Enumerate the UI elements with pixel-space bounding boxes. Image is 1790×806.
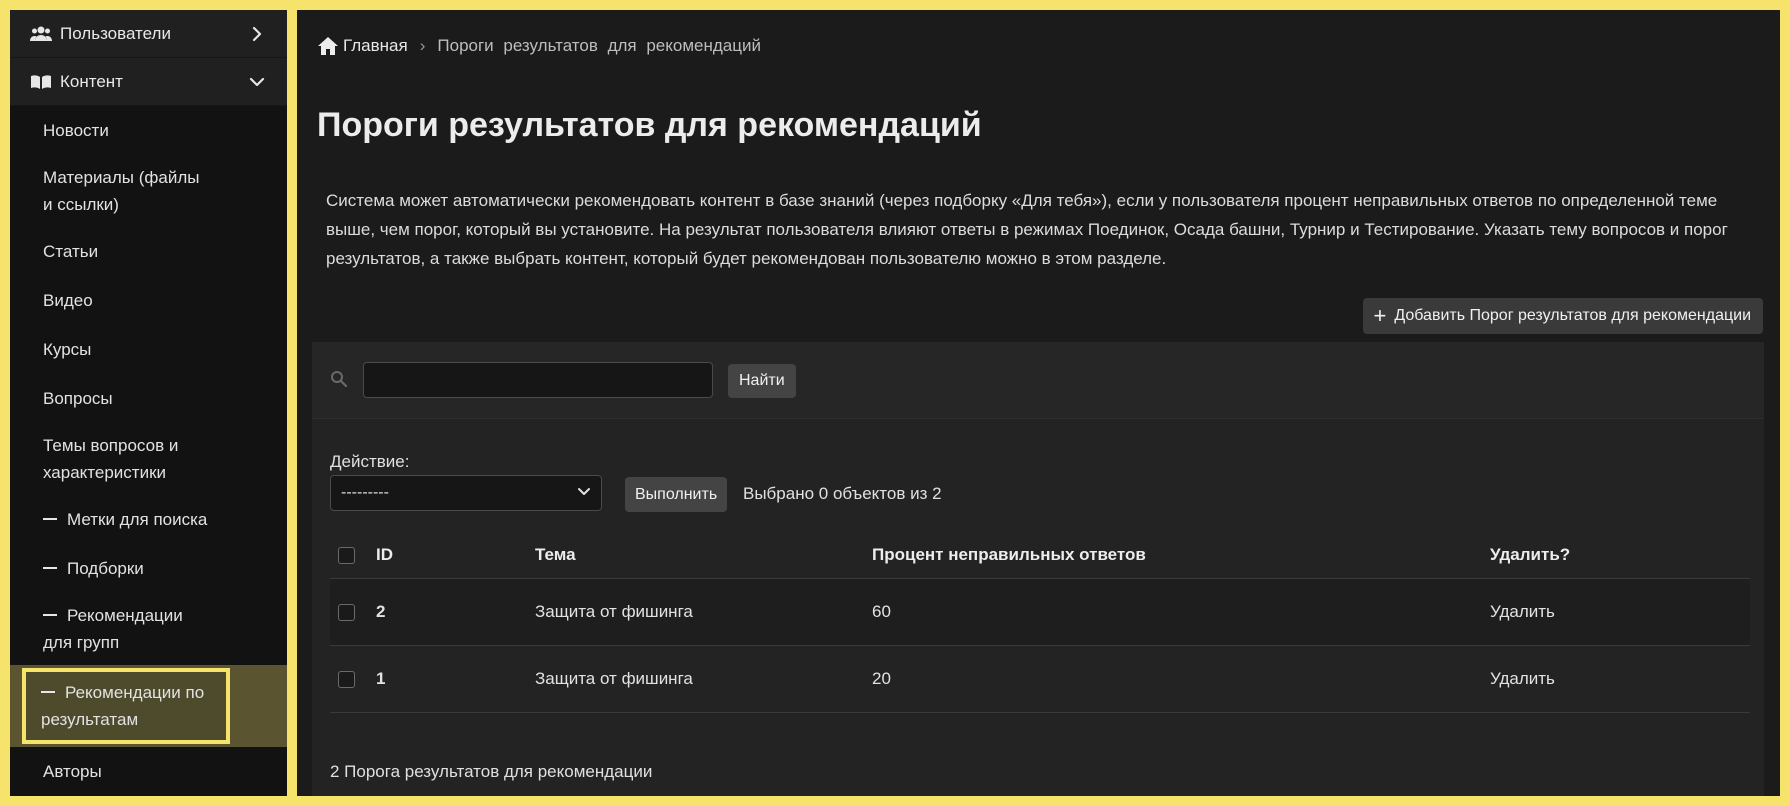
sidebar-item-label: Видео — [43, 291, 93, 310]
row-percent: 20 — [872, 669, 891, 688]
add-threshold-button[interactable]: + Добавить Порог результатов для рекомен… — [1363, 298, 1763, 334]
sidebar-item-label: Материалы (файлы и ссылки) — [43, 168, 200, 214]
row-topic: Защита от фишинга — [535, 602, 693, 621]
breadcrumb: Главная › Пороги результатов для рекомен… — [317, 36, 761, 56]
row-checkbox[interactable] — [338, 670, 355, 688]
row-checkbox-cell — [330, 603, 376, 621]
sidebar-item-authors[interactable]: Авторы — [10, 747, 287, 796]
action-select-value: --------- — [341, 484, 389, 501]
sidebar-item-materials[interactable]: Материалы (файлы и ссылки) — [10, 155, 230, 227]
sidebar-item-news[interactable]: Новости — [10, 106, 287, 155]
result-count: 2 Порога результатов для рекомендации — [330, 762, 653, 781]
chevron-down-icon — [247, 72, 267, 92]
sidebar-item-label: Подборки — [67, 559, 144, 578]
dash-icon — [41, 691, 55, 694]
breadcrumb-home-link[interactable]: Главная — [317, 36, 408, 56]
row-id-link[interactable]: 2 — [376, 602, 535, 622]
breadcrumb-separator: › — [419, 36, 426, 55]
sidebar-item-result-recommendations[interactable]: Рекомендации по результатам — [22, 668, 230, 744]
users-icon — [30, 25, 52, 43]
home-icon — [318, 37, 338, 55]
select-all-cell — [330, 546, 376, 564]
breadcrumb-home-label: Главная — [343, 36, 408, 55]
sidebar-item-label: Статьи — [43, 242, 99, 261]
column-header-delete: Удалить? — [1490, 545, 1571, 564]
changelist-panel: Найти Действие: --------- Выполнить Выбр… — [312, 342, 1764, 796]
search-button[interactable]: Найти — [728, 364, 796, 398]
sidebar-item-collections[interactable]: Подборки — [10, 544, 287, 593]
sidebar-item-articles[interactable]: Статьи — [10, 227, 287, 276]
sidebar-active-wrap: Рекомендации по результатам — [10, 665, 287, 747]
search-icon — [330, 370, 348, 393]
sidebar-item-label: Вопросы — [43, 389, 113, 408]
breadcrumb-current: Пороги результатов для рекомендаций — [437, 36, 761, 55]
main-content: Главная › Пороги результатов для рекомен… — [297, 10, 1780, 796]
table-row: 2 Защита от фишинга 60 Удалить — [330, 579, 1750, 646]
sidebar-item-search-tags[interactable]: Метки для поиска — [10, 495, 287, 544]
row-percent: 60 — [872, 602, 891, 621]
column-header-id[interactable]: ID — [376, 545, 535, 565]
results-table: ID Тема Процент неправильных ответов Уда… — [330, 532, 1750, 713]
plus-icon: + — [1373, 303, 1387, 328]
run-action-button[interactable]: Выполнить — [625, 477, 728, 512]
sidebar-item-courses[interactable]: Курсы — [10, 325, 287, 374]
sidebar-item-label: Рекомендации по результатам — [41, 683, 205, 729]
search-input[interactable] — [363, 362, 713, 398]
table-header-row: ID Тема Процент неправильных ответов Уда… — [330, 532, 1750, 579]
add-threshold-label: Добавить Порог результатов для рекоменда… — [1394, 307, 1751, 324]
book-icon — [30, 73, 52, 91]
sidebar-item-questions[interactable]: Вопросы — [10, 374, 287, 423]
page-description: Система может автоматически рекомендоват… — [326, 191, 1728, 268]
column-header-topic[interactable]: Тема — [535, 545, 872, 565]
row-id-link[interactable]: 1 — [376, 669, 535, 689]
chevron-down-icon — [577, 484, 591, 502]
sidebar-group-users[interactable]: Пользователи — [10, 10, 287, 58]
action-select[interactable]: --------- — [330, 475, 602, 511]
dash-icon — [43, 567, 57, 570]
dash-icon — [43, 614, 57, 617]
sidebar: Пользователи Контент Новости Материалы (… — [10, 10, 287, 796]
table-row: 1 Защита от фишинга 20 Удалить — [330, 646, 1750, 713]
sidebar-group-content[interactable]: Контент — [10, 58, 287, 106]
select-all-checkbox[interactable] — [338, 546, 355, 564]
column-header-percent[interactable]: Процент неправильных ответов — [872, 545, 1490, 565]
row-checkbox-cell — [330, 670, 376, 688]
selected-count: Выбрано 0 объектов из 2 — [743, 484, 942, 503]
row-topic: Защита от фишинга — [535, 669, 693, 688]
chevron-right-icon — [247, 24, 267, 44]
row-delete-link[interactable]: Удалить — [1490, 669, 1750, 689]
sidebar-item-label: Темы вопросов и характеристики — [43, 436, 179, 482]
sidebar-item-label: Авторы — [43, 762, 102, 781]
sidebar-item-question-topics[interactable]: Темы вопросов и характеристики — [10, 423, 230, 495]
page-title: Пороги результатов для рекомендаций — [317, 106, 982, 144]
row-delete-link[interactable]: Удалить — [1490, 602, 1750, 622]
sidebar-item-label: Рекомендации для групп — [43, 606, 183, 652]
sidebar-item-label: Новости — [43, 121, 109, 140]
sidebar-item-video[interactable]: Видео — [10, 276, 287, 325]
sidebar-group-label: Пользователи — [60, 23, 171, 43]
sidebar-group-label: Контент — [60, 71, 123, 91]
row-checkbox[interactable] — [338, 603, 355, 621]
dash-icon — [43, 518, 57, 521]
action-label: Действие: — [330, 452, 410, 471]
sidebar-item-label: Метки для поиска — [67, 510, 208, 529]
sidebar-item-label: Курсы — [43, 340, 92, 359]
search-bar: Найти — [312, 342, 1764, 419]
sidebar-item-group-recommendations[interactable]: Рекомендации для групп — [10, 593, 230, 665]
